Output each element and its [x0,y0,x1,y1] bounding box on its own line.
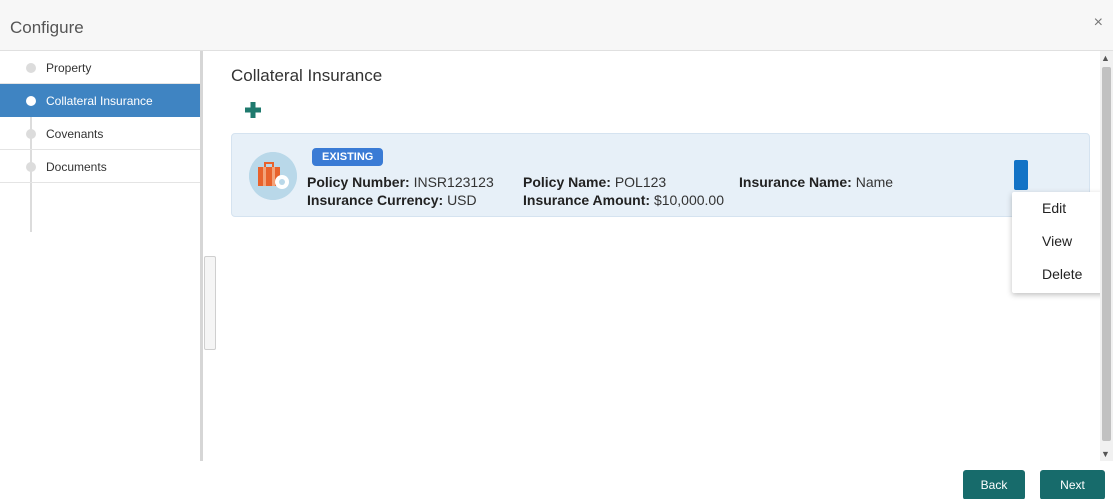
insurance-name-value: Name [855,174,894,190]
menu-item-delete[interactable]: Delete [1012,258,1113,291]
insurance-amount: Insurance Amount: $10,000.00 [523,192,724,208]
sidebar-item-label: Property [46,61,92,75]
close-icon[interactable]: × [1094,14,1103,32]
step-dot-icon [26,96,36,106]
status-badge: EXISTING [312,148,384,166]
policy-name-value: POL123 [614,174,667,190]
sidebar-item-label: Documents [46,160,107,174]
main-panel: Collateral Insurance EXISTING Policy Num… [206,51,1097,461]
briefcase-gear-icon [249,152,297,200]
insurance-name: Insurance Name: Name [739,174,893,190]
policy-name: Policy Name: POL123 [523,174,666,190]
sidebar-item-collateral-insurance[interactable]: Collateral Insurance [0,84,200,117]
dialog-footer: Back Next [0,461,1113,499]
policy-number-label: Policy Number: [307,174,410,190]
scroll-down-icon[interactable]: ▼ [1101,449,1110,459]
scroll-up-icon[interactable]: ▲ [1101,53,1110,63]
step-dot-icon [26,129,36,139]
next-button[interactable]: Next [1040,470,1105,499]
sidebar-item-covenants[interactable]: Covenants [0,117,200,150]
sidebar: Property Collateral Insurance Covenants … [0,51,203,461]
sidebar-item-label: Covenants [46,127,104,141]
page-title: Collateral Insurance [231,66,383,85]
policy-name-label: Policy Name: [523,174,611,190]
menu-item-view[interactable]: View [1012,225,1113,258]
scrollbar-thumb[interactable] [1102,67,1111,441]
card-actions-button[interactable] [1014,160,1028,190]
sidebar-item-documents[interactable]: Documents [0,150,200,183]
policy-number: Policy Number: INSR123123 [307,174,494,190]
insurance-card: EXISTING Policy Number: INSR123123 Polic… [231,133,1090,217]
dialog-title: Configure [10,18,84,37]
plus-icon[interactable] [244,101,262,119]
step-dot-icon [26,162,36,172]
insurance-currency-label: Insurance Currency: [307,192,444,208]
insurance-name-label: Insurance Name: [739,174,852,190]
step-dot-icon [26,63,36,73]
dialog-header: Configure × [0,0,1113,51]
insurance-amount-label: Insurance Amount: [523,192,651,208]
policy-number-value: INSR123123 [413,174,494,190]
vertical-scrollbar[interactable]: ▲ ▼ [1100,51,1113,461]
sidebar-item-property[interactable]: Property [0,51,200,84]
menu-item-edit[interactable]: Edit [1012,192,1113,225]
insurance-currency-value: USD [447,192,477,208]
back-button[interactable]: Back [963,470,1025,499]
card-actions-menu: Edit View Delete [1012,192,1113,293]
sidebar-item-label: Collateral Insurance [46,94,153,108]
insurance-amount-value: $10,000.00 [653,192,725,208]
insurance-currency: Insurance Currency: USD [307,192,477,208]
